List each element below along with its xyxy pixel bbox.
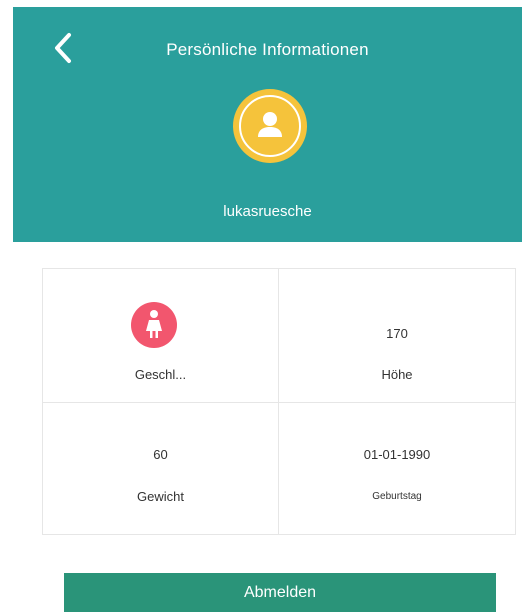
female-figure-icon xyxy=(146,310,162,338)
height-label: Höhe xyxy=(381,367,413,382)
height-value: 170 xyxy=(386,326,408,341)
birthday-value: 01-01-1990 xyxy=(363,447,431,462)
gender-label: Geschl... xyxy=(134,367,187,382)
female-icon xyxy=(131,302,177,348)
birthday-cell[interactable]: 01-01-1990 Geburtstag xyxy=(279,403,515,534)
weight-value: 60 xyxy=(153,447,168,462)
profile-header: Persönliche Informationen lukasruesche xyxy=(13,7,522,242)
username: lukasruesche xyxy=(223,203,312,220)
profile-page: Persönliche Informationen lukasruesche G… xyxy=(0,0,522,612)
user-avatar-icon xyxy=(258,112,282,137)
birthday-label: Geburtstag xyxy=(372,491,422,502)
page-title: Persönliche Informationen xyxy=(166,40,369,59)
logout-button[interactable]: Abmelden xyxy=(64,573,496,612)
info-grid: Geschl... 170 Höhe 60 Gewicht 01-01-1990… xyxy=(42,268,516,535)
weight-label: Gewicht xyxy=(137,489,184,504)
gender-cell[interactable]: Geschl... xyxy=(43,269,279,403)
avatar[interactable] xyxy=(233,89,307,163)
weight-cell[interactable]: 60 Gewicht xyxy=(43,403,279,534)
height-cell[interactable]: 170 Höhe xyxy=(279,269,515,403)
